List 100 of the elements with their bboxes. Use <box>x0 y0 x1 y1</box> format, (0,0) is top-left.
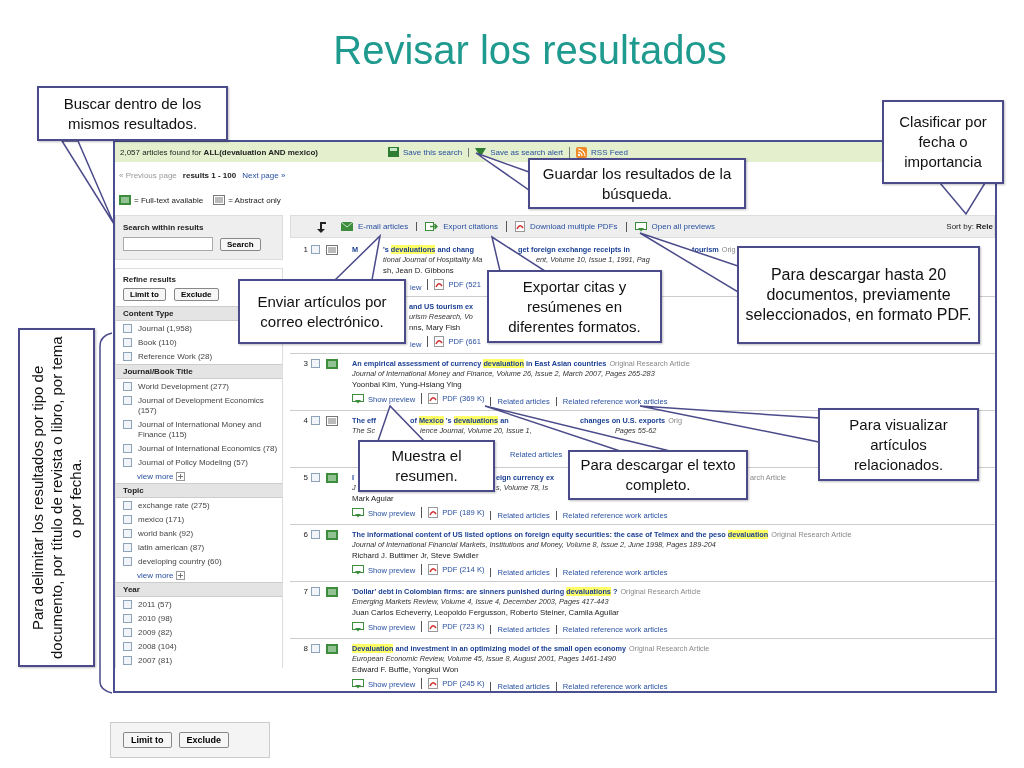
checkbox[interactable] <box>311 416 320 425</box>
checkbox[interactable] <box>123 557 132 566</box>
callout-text: Buscar dentro de los mismos resultados. <box>62 93 203 134</box>
callout-text: Guardar los resultados de la búsqueda. <box>541 163 733 204</box>
checkbox[interactable] <box>123 420 132 429</box>
document-icon <box>326 245 338 255</box>
checkbox[interactable] <box>311 587 320 596</box>
checkbox[interactable] <box>123 656 132 665</box>
filter-label: 2010 (98) <box>138 614 173 624</box>
toolbar-action[interactable]: Open all previews <box>625 221 724 232</box>
document-icon <box>119 195 131 205</box>
header-link[interactable]: Save this search <box>382 147 469 157</box>
filter-label: Journal (1,958) <box>138 324 192 334</box>
checkbox[interactable] <box>123 324 132 333</box>
document-icon <box>326 587 338 597</box>
section-header: Topic <box>116 483 282 498</box>
document-icon <box>326 530 338 540</box>
checkbox[interactable] <box>123 382 132 391</box>
callout-text: Para delimitar los resultados por tipo de documento, por título de revista o libro, por tema o por fecha. <box>28 335 85 661</box>
filter-label: Book (110) <box>138 338 177 348</box>
callout-text: Clasificar por fecha o importancia <box>898 112 988 172</box>
slide-title: Revisar los resultados <box>333 28 727 72</box>
next-page-link[interactable]: Next page » <box>242 170 286 180</box>
pdf-icon <box>428 507 439 518</box>
result-number: 4 <box>303 416 308 425</box>
filter-label: Journal of International Economics (78) <box>138 444 278 454</box>
filter-label: exchange rate (275) <box>138 501 210 511</box>
callout-text: Exportar citas y resúmenes en diferentes formatos. <box>507 276 642 337</box>
callout-text: Para visualizar artículos relacionados. <box>848 414 949 475</box>
filter-label: latin american (87) <box>138 543 205 553</box>
filter-label: 2011 (57) <box>138 600 172 610</box>
checkbox[interactable] <box>123 501 132 510</box>
pdf-icon <box>428 393 439 404</box>
document-icon <box>326 644 338 654</box>
filter-button[interactable]: Limit to <box>123 288 166 301</box>
filter-button[interactable]: Limit to <box>123 732 172 748</box>
toolbar-action[interactable]: Download multiple PDFs <box>505 221 626 232</box>
section-header: Year <box>116 582 282 597</box>
filter-label: Journal of Policy Modeling (57) <box>138 458 248 468</box>
sort-label[interactable]: Sort by: Rele <box>946 222 994 231</box>
checkbox[interactable] <box>123 352 132 361</box>
results-range: results 1 - 100 <box>182 170 237 180</box>
preview-icon <box>352 565 364 575</box>
checkbox[interactable] <box>311 359 320 368</box>
result-number: 7 <box>303 587 308 596</box>
preview-icon <box>352 394 364 404</box>
checkbox[interactable] <box>123 543 132 552</box>
checkbox[interactable] <box>123 628 132 637</box>
filter-button[interactable]: Exclude <box>173 288 219 301</box>
pdf-icon <box>514 221 525 232</box>
toolbar-action[interactable]: E-mail articles <box>333 222 417 231</box>
checkbox[interactable] <box>123 396 132 405</box>
callout-text: Para descargar hasta 20 documentos, previamente seleccionados, en formato PDF. <box>745 265 972 325</box>
checkbox[interactable] <box>123 642 132 651</box>
toolbar-action[interactable]: Export citations <box>416 222 506 231</box>
pdf-icon <box>434 336 445 347</box>
document-icon <box>326 359 338 369</box>
filter-label: world bank (92) <box>138 529 194 539</box>
checkbox[interactable] <box>123 600 132 609</box>
section-header: Journal/Book Title <box>116 364 282 379</box>
result-number: 1 <box>303 245 308 254</box>
pdf-icon <box>428 564 439 575</box>
checkbox[interactable] <box>123 614 132 623</box>
search-button[interactable]: Search <box>220 237 261 251</box>
filter-label: mexico (171) <box>138 515 185 525</box>
checkbox[interactable] <box>123 515 132 524</box>
preview-icon <box>352 622 364 632</box>
search-field[interactable] <box>123 237 213 251</box>
checkbox[interactable] <box>123 458 132 467</box>
pdf-icon <box>428 678 439 689</box>
preview-icon <box>352 679 364 689</box>
filter-label: World Development (277) <box>138 382 229 392</box>
result-number: 5 <box>303 473 308 482</box>
checkbox[interactable] <box>311 644 320 653</box>
document-icon <box>326 473 338 483</box>
result-number: 8 <box>303 644 308 653</box>
arrow-icon[interactable] <box>315 220 327 233</box>
pdf-icon <box>434 279 445 290</box>
preview-icon <box>352 508 364 518</box>
checkbox[interactable] <box>311 530 320 539</box>
checkbox[interactable] <box>311 473 320 482</box>
view-more-link[interactable]: view more <box>137 571 174 580</box>
filter-label: Journal of International Money and Finance (115) <box>138 420 263 440</box>
results-summary: 2,057 articles found for ALL(devaluation AND mexico) <box>120 147 319 157</box>
filter-label: 2007 (81) <box>138 656 173 666</box>
panel-title: Search within results <box>123 223 205 232</box>
view-more-link[interactable]: view more <box>137 472 174 481</box>
checkbox[interactable] <box>123 529 132 538</box>
filter-label: Reference Work (28) <box>138 352 213 362</box>
plus-icon[interactable] <box>176 472 186 481</box>
checkbox[interactable] <box>311 245 320 254</box>
envelope-icon <box>341 222 353 231</box>
header-link[interactable]: RSS Feed <box>569 146 634 158</box>
filter-label: 2008 (104) <box>138 642 177 652</box>
document-icon <box>326 416 338 426</box>
plus-icon[interactable] <box>176 571 186 580</box>
checkbox[interactable] <box>123 338 132 347</box>
filter-button[interactable]: Exclude <box>178 732 229 748</box>
checkbox[interactable] <box>123 444 132 453</box>
callout-text: Muestra el resumen. <box>390 446 463 486</box>
